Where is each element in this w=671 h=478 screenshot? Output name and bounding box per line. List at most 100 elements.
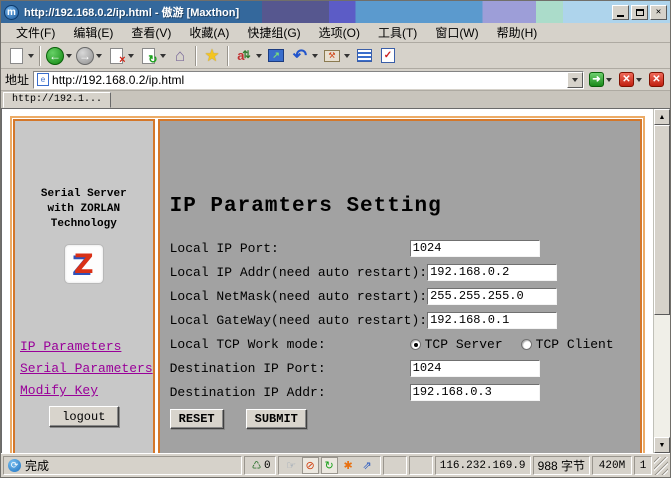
logout-button[interactable]: logout bbox=[49, 406, 119, 427]
content-blocker-icon[interactable]: ⊘ bbox=[302, 457, 319, 474]
notes-button[interactable]: ✓ bbox=[376, 44, 400, 68]
new-page-button[interactable] bbox=[4, 44, 36, 68]
refresh-button[interactable]: ↻ bbox=[136, 44, 168, 68]
address-input[interactable] bbox=[52, 73, 567, 87]
capture-button[interactable]: ↗ bbox=[264, 44, 288, 68]
field-label: Destination IP Port: bbox=[170, 361, 410, 376]
forward-button[interactable]: → bbox=[74, 44, 104, 68]
local-netmask-input[interactable] bbox=[427, 288, 557, 305]
sidebar-link-modify-key[interactable]: Modify Key bbox=[20, 380, 153, 402]
form-fill-button[interactable]: a⇅ bbox=[232, 44, 264, 68]
back-dropdown-icon[interactable] bbox=[66, 54, 72, 58]
empty-cell bbox=[383, 456, 407, 475]
reset-button[interactable]: RESET bbox=[170, 409, 224, 429]
go-dropdown-icon[interactable] bbox=[606, 78, 612, 82]
capture-icon: ↗ bbox=[266, 46, 286, 66]
stop-all-icon: ✕ bbox=[619, 72, 634, 87]
destination-ip-addr-input[interactable] bbox=[410, 384, 540, 401]
trash-icon: ♺ bbox=[249, 458, 264, 473]
local-gateway-input[interactable] bbox=[427, 312, 557, 329]
close-button[interactable]: ✕ bbox=[650, 5, 667, 20]
web-page: Serial Server with ZORLAN Technology Z I… bbox=[2, 109, 653, 453]
local-ip-port-input[interactable] bbox=[410, 240, 540, 257]
sidebar-link-ip-parameters[interactable]: IP Parameters bbox=[20, 336, 153, 358]
menu-groups[interactable]: 快捷组(G) bbox=[238, 22, 309, 43]
address-bar: 地址 e ➜ ✕ ✕ bbox=[1, 69, 670, 91]
page-title: IP Paramters Setting bbox=[170, 195, 640, 218]
undo-button[interactable]: ↶ bbox=[288, 44, 320, 68]
auto-refresh-icon[interactable]: ↻ bbox=[321, 457, 338, 474]
forward-dropdown-icon[interactable] bbox=[96, 54, 102, 58]
form-row: Destination IP Addr: bbox=[170, 380, 640, 404]
zorlan-z-icon: Z bbox=[74, 251, 94, 278]
minimize-button[interactable] bbox=[612, 5, 629, 20]
browser-viewport: Serial Server with ZORLAN Technology Z I… bbox=[1, 108, 670, 453]
arrow-up-icon: ▲ bbox=[659, 114, 666, 121]
close-tab-button[interactable]: ✕ bbox=[647, 70, 666, 89]
hand-blocker-icon[interactable]: ☞ bbox=[283, 457, 300, 474]
toolbar: ← → × ↻ ⌂ ★ a⇅ ↗ ↶ bbox=[1, 43, 670, 69]
go-arrow-icon: ➜ bbox=[589, 72, 604, 87]
stop-dropdown-icon[interactable] bbox=[128, 54, 134, 58]
form-row: Local IP Addr(need auto restart): bbox=[170, 260, 640, 284]
local-ip-addr-input[interactable] bbox=[427, 264, 557, 281]
form-fill-dropdown-icon[interactable] bbox=[256, 54, 262, 58]
menu-options[interactable]: 选项(O) bbox=[310, 22, 369, 43]
refresh-dropdown-icon[interactable] bbox=[160, 54, 166, 58]
vertical-scrollbar[interactable]: ▲ ▼ bbox=[653, 109, 670, 453]
maximize-icon bbox=[636, 9, 644, 16]
window-title: http://192.168.0.2/ip.html - 傲游 [Maxthon… bbox=[24, 4, 612, 20]
menu-help[interactable]: 帮助(H) bbox=[488, 22, 547, 43]
flash-blocker-icon[interactable]: ✱ bbox=[340, 457, 357, 474]
scrollbar-track[interactable] bbox=[654, 125, 670, 437]
stop-all-button[interactable]: ✕ bbox=[617, 70, 644, 89]
menu-favorites[interactable]: 收藏(A) bbox=[180, 22, 238, 43]
status-cell: ⟳ 完成 bbox=[3, 456, 242, 475]
form-row: Local IP Port: bbox=[170, 236, 640, 260]
field-label: Local NetMask(need auto restart): bbox=[170, 289, 427, 304]
undo-dropdown-icon[interactable] bbox=[312, 54, 318, 58]
form-row: Local GateWay(need auto restart): bbox=[170, 308, 640, 332]
minimize-icon bbox=[617, 15, 624, 17]
menu-view[interactable]: 查看(V) bbox=[122, 22, 180, 43]
status-text: 完成 bbox=[25, 457, 49, 474]
undo-icon: ↶ bbox=[290, 46, 310, 66]
submit-button[interactable]: SUBMIT bbox=[246, 409, 307, 429]
plugins-button[interactable]: ⚒ bbox=[320, 44, 352, 68]
arrow-down-icon: ▼ bbox=[659, 442, 666, 449]
sidebar-link-serial-parameters[interactable]: Serial Parameters bbox=[20, 358, 153, 380]
back-icon: ← bbox=[46, 47, 64, 65]
download-cell[interactable]: ♺ 0 bbox=[244, 456, 276, 475]
stop-button[interactable]: × bbox=[104, 44, 136, 68]
address-combo[interactable]: e bbox=[33, 71, 584, 89]
favorites-button[interactable]: ★ bbox=[200, 44, 224, 68]
menu-edit[interactable]: 编辑(E) bbox=[64, 22, 122, 43]
scrollbar-thumb[interactable] bbox=[654, 125, 670, 315]
destination-ip-port-input[interactable] bbox=[410, 360, 540, 377]
tcp-mode-radio-group: TCP Server TCP Client bbox=[410, 337, 628, 352]
resize-grip[interactable] bbox=[654, 457, 668, 475]
scroll-down-button[interactable]: ▼ bbox=[654, 437, 670, 453]
load-status-icon: ⟳ bbox=[8, 459, 21, 472]
back-button[interactable]: ← bbox=[44, 44, 74, 68]
maximize-button[interactable] bbox=[631, 5, 648, 20]
plugins-toolbox-icon: ⚒ bbox=[322, 46, 342, 66]
stop-all-dropdown-icon[interactable] bbox=[636, 78, 642, 82]
plugins-dropdown-icon[interactable] bbox=[344, 54, 350, 58]
external-open-icon[interactable]: ⇗ bbox=[359, 457, 376, 474]
menu-window[interactable]: 窗口(W) bbox=[426, 22, 487, 43]
list-button[interactable] bbox=[352, 44, 376, 68]
address-dropdown-button[interactable] bbox=[567, 72, 583, 88]
go-button[interactable]: ➜ bbox=[587, 70, 614, 89]
tab-active[interactable]: http://192.1... bbox=[3, 92, 111, 108]
ip-settings-form: Local IP Port: Local IP Addr(need auto r… bbox=[170, 236, 640, 429]
ip-address-cell: 116.232.169.9 bbox=[435, 456, 531, 475]
scroll-up-button[interactable]: ▲ bbox=[654, 109, 670, 125]
menu-tools[interactable]: 工具(T) bbox=[369, 22, 426, 43]
home-button[interactable]: ⌂ bbox=[168, 44, 192, 68]
menu-file[interactable]: 文件(F) bbox=[7, 22, 64, 43]
new-page-dropdown-icon[interactable] bbox=[28, 54, 34, 58]
tcp-server-radio[interactable] bbox=[410, 339, 421, 350]
tcp-client-radio[interactable] bbox=[521, 339, 532, 350]
field-label: Destination IP Addr: bbox=[170, 385, 410, 400]
